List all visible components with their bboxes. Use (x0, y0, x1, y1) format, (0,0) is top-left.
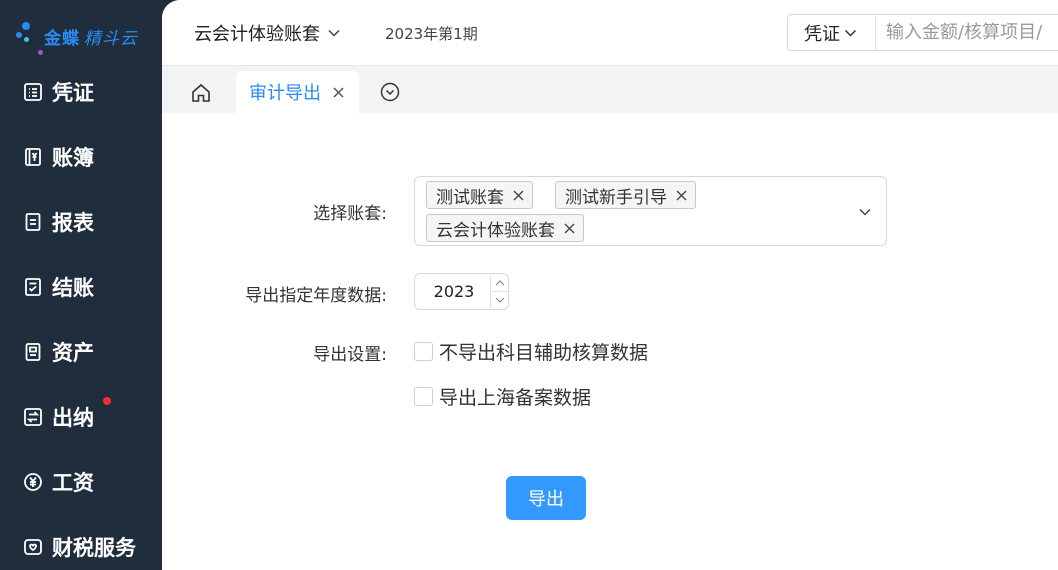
export-settings-label: 导出设置: (313, 345, 387, 365)
account-set-name: 云会计体验账套 (194, 24, 320, 45)
top-bar: 云会计体验账套 2023年第1期 凭证 (162, 0, 1058, 66)
sidebar: 金蝶 精斗云 凭证 账簿 报表 结账 资产 出纳 工资 财税服务 (0, 0, 162, 570)
sidebar-item-report[interactable]: 报表 (0, 202, 162, 242)
year-label: 导出指定年度数据: (245, 286, 387, 306)
current-period: 2023年第1期 (385, 25, 478, 43)
sidebar-item-label: 工资 (52, 471, 94, 495)
chevron-down-icon[interactable] (858, 205, 872, 219)
account-select-label: 选择账套: (313, 204, 387, 224)
voucher-icon (22, 81, 44, 103)
option-no-aux-accounting[interactable]: 不导出科目辅助核算数据 (414, 338, 648, 365)
tab-bar: 审计导出 (162, 66, 1058, 113)
sidebar-item-closing[interactable]: 结账 (0, 267, 162, 307)
chevron-down-icon (328, 29, 340, 37)
chevron-down-icon (495, 297, 504, 303)
chevron-down-icon (844, 29, 857, 37)
sidebar-item-label: 凭证 (52, 81, 94, 105)
search-type-dropdown[interactable]: 凭证 (788, 15, 876, 50)
selected-account-tag: 测试新手引导 (555, 181, 696, 209)
year-stepper (490, 274, 508, 309)
tabs-more-icon[interactable] (380, 82, 400, 102)
increment-button[interactable] (491, 274, 508, 291)
notification-dot (103, 397, 111, 405)
sidebar-item-label: 资产 (52, 341, 94, 365)
close-icon[interactable] (563, 222, 575, 234)
sidebar-item-label: 结账 (52, 276, 94, 300)
sidebar-item-label: 账簿 (52, 146, 94, 170)
app-logo[interactable]: 金蝶 精斗云 (16, 16, 138, 56)
sidebar-item-salary[interactable]: 工资 (0, 462, 162, 502)
close-icon[interactable] (675, 189, 687, 201)
checkbox[interactable] (414, 387, 433, 406)
option-label: 不导出科目辅助核算数据 (439, 342, 649, 364)
selected-account-tag: 云会计体验账套 (426, 214, 584, 242)
tab-audit-export[interactable]: 审计导出 (236, 71, 359, 113)
tag-label: 测试新手引导 (565, 187, 667, 208)
chevron-up-icon (495, 279, 504, 285)
tax-service-icon (22, 536, 44, 558)
tab-label: 审计导出 (249, 83, 321, 104)
tag-label: 云会计体验账套 (436, 220, 555, 241)
sidebar-item-tax-service[interactable]: 财税服务 (0, 527, 162, 567)
close-icon[interactable] (512, 189, 524, 201)
sidebar-item-label: 财税服务 (52, 536, 136, 560)
salary-icon (22, 471, 44, 493)
main-panel: 云会计体验账套 2023年第1期 凭证 审计导出 选择账套: 测试账套 (162, 0, 1058, 570)
checkbox[interactable] (414, 342, 433, 361)
search-input[interactable] (876, 22, 1058, 43)
closing-icon (22, 276, 44, 298)
sidebar-item-label: 报表 (52, 211, 94, 235)
account-multi-select[interactable]: 测试账套 测试新手引导 云会计体验账套 (414, 176, 887, 246)
export-button[interactable]: 导出 (506, 476, 586, 520)
option-label: 导出上海备案数据 (439, 387, 592, 409)
selected-account-tag: 测试账套 (426, 181, 533, 209)
sidebar-item-ledger[interactable]: 账簿 (0, 137, 162, 177)
account-set-selector[interactable]: 云会计体验账套 (194, 20, 340, 46)
search-box: 凭证 (787, 14, 1058, 51)
sidebar-item-asset[interactable]: 资产 (0, 332, 162, 372)
ledger-icon (22, 146, 44, 168)
tag-label: 测试账套 (436, 187, 504, 208)
logo-text: 金蝶 精斗云 (44, 28, 138, 49)
decrement-button[interactable] (491, 291, 508, 308)
asset-icon (22, 341, 44, 363)
sidebar-item-cashier[interactable]: 出纳 (0, 397, 162, 437)
option-shanghai-filing[interactable]: 导出上海备案数据 (414, 383, 591, 410)
cashier-icon (22, 406, 44, 428)
close-icon[interactable] (331, 85, 345, 99)
search-type-label: 凭证 (804, 23, 840, 45)
report-icon (22, 211, 44, 233)
year-value: 2023 (433, 282, 475, 301)
logo-dots-icon (16, 18, 43, 55)
year-number-input[interactable]: 2023 (414, 273, 509, 310)
sidebar-item-label: 出纳 (52, 406, 94, 430)
sidebar-item-voucher[interactable]: 凭证 (0, 72, 162, 112)
home-icon[interactable] (190, 82, 212, 104)
